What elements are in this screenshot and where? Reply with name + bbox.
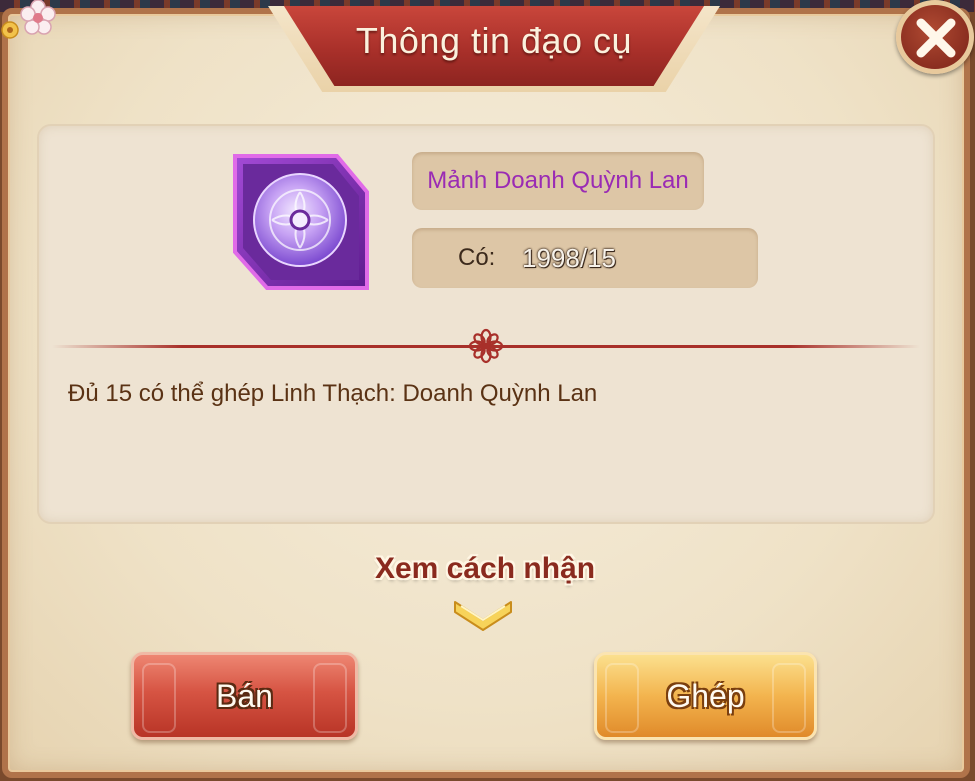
item-name-box: Mảnh Doanh Quỳnh Lan: [412, 152, 704, 210]
item-name: Mảnh Doanh Quỳnh Lan: [427, 167, 689, 194]
item-count-box: Có: 1998/15: [412, 228, 758, 288]
close-button[interactable]: [896, 0, 974, 74]
count-label: Có:: [458, 244, 496, 271]
combine-button-label: Ghép: [666, 678, 745, 714]
close-icon: [916, 18, 956, 58]
flower-ornament-icon: [1, 0, 56, 39]
flower-divider-icon: [468, 328, 504, 364]
item-description: Đủ 15 có thể ghép Linh Thạch: Doanh Quỳn…: [68, 380, 598, 407]
dialog-title: Thông tin đạo cụ: [355, 20, 633, 61]
how-to-obtain-link[interactable]: Xem cách nhận: [340, 552, 630, 586]
chevron-down-icon[interactable]: [451, 596, 515, 634]
combine-button[interactable]: Ghép: [594, 652, 817, 740]
sell-button[interactable]: Bán: [131, 652, 358, 740]
count-value: 1998/15: [522, 243, 616, 273]
jade-disc-icon[interactable]: [229, 152, 371, 292]
sell-button-label: Bán: [216, 678, 273, 714]
